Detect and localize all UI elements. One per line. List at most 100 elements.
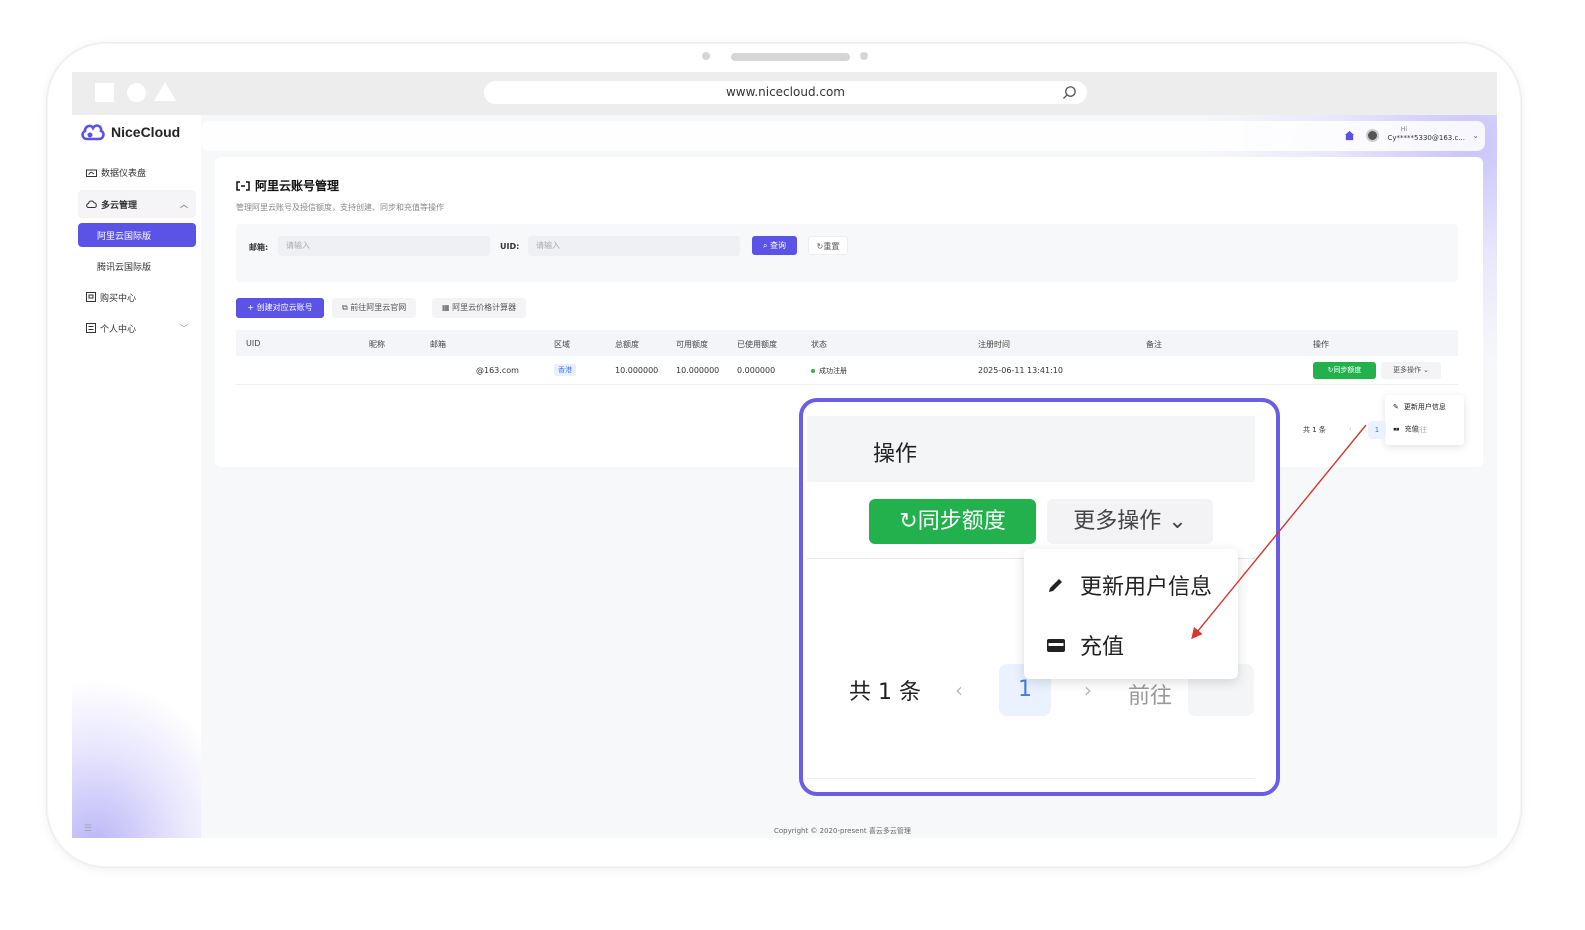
home-icon[interactable] bbox=[1344, 130, 1355, 141]
sidebar-item-profile[interactable]: 个人中心 ﹀ bbox=[78, 316, 196, 340]
zoom-bottom-divider bbox=[807, 778, 1255, 779]
table-header: UID 昵称 邮箱 区域 总额度 可用额度 已使用额度 状态 注册时间 备注 操… bbox=[236, 330, 1458, 356]
create-account-button[interactable]: + 创建对应云账号 bbox=[236, 298, 324, 318]
goto-label: 前往 bbox=[1413, 426, 1427, 434]
camera-dot bbox=[702, 52, 710, 60]
avatar[interactable] bbox=[1366, 129, 1379, 142]
chevron-left-icon[interactable]: ‹ bbox=[1349, 425, 1352, 433]
sidebar-item-label: 购买中心 bbox=[100, 293, 137, 304]
chevron-right-icon[interactable]: › bbox=[1395, 425, 1398, 433]
zoom-dropdown-label: 更新用户信息 bbox=[1080, 575, 1213, 600]
zoom-goto-label: 前往 bbox=[1128, 684, 1173, 709]
address-bar[interactable]: www.nicecloud.com bbox=[484, 81, 1087, 104]
zoom-more-label: 更多操作 bbox=[1073, 509, 1162, 534]
sensor-dot bbox=[860, 52, 868, 60]
copyright: Copyright © 2020-present 喜云多云管理 bbox=[774, 827, 911, 835]
sidebar-item-tencent[interactable]: 腾讯云国际版 bbox=[78, 254, 196, 278]
column-header: 注册时间 bbox=[978, 340, 1010, 349]
column-header: 已使用额度 bbox=[737, 340, 777, 349]
cloud-logo-icon bbox=[81, 124, 105, 141]
cell-email: @163.com bbox=[476, 366, 519, 375]
pencil-icon: ✎ bbox=[1393, 403, 1399, 411]
zoom-more-actions-dropdown: 更新用户信息 充值 bbox=[1024, 549, 1238, 679]
more-label: 更多操作 bbox=[1392, 366, 1421, 374]
chevron-down-icon[interactable]: ⌄ bbox=[1472, 131, 1479, 140]
column-header: 总额度 bbox=[615, 340, 639, 349]
zoom-dropdown-item-recharge[interactable]: 充值 bbox=[1046, 629, 1124, 661]
circle-icon bbox=[127, 83, 146, 102]
column-header: 可用额度 bbox=[676, 340, 708, 349]
user-icon bbox=[86, 323, 96, 333]
square-icon bbox=[95, 83, 114, 102]
column-header: UID bbox=[246, 339, 261, 348]
menu-fold-icon[interactable]: ☰ bbox=[84, 824, 92, 834]
column-header: 邮箱 bbox=[430, 340, 446, 349]
sidebar-item-purchase[interactable]: 购买中心 bbox=[78, 285, 196, 309]
logo[interactable]: NiceCloud bbox=[80, 122, 180, 142]
search-icon[interactable] bbox=[1062, 85, 1077, 100]
sidebar-glow bbox=[72, 678, 201, 838]
column-header: 状态 bbox=[811, 340, 827, 349]
sidebar-item-label: 阿里云国际版 bbox=[97, 231, 152, 242]
filter-panel: 邮箱: 请输入 UID: 请输入 ⌕ 查询 ↻重置 bbox=[236, 224, 1458, 282]
chevron-down-icon: ﹀ bbox=[180, 323, 188, 333]
query-button[interactable]: ⌕ 查询 bbox=[752, 236, 797, 255]
zoom-table-header: 操作 bbox=[807, 416, 1255, 482]
email-input[interactable]: 请输入 bbox=[278, 236, 490, 256]
page-title: 阿里云账号管理 bbox=[236, 177, 339, 194]
more-actions-button[interactable]: 更多操作 ⌄ bbox=[1381, 362, 1441, 379]
sidebar-item-multicloud[interactable]: 多云管理 ︿ bbox=[78, 192, 196, 216]
card-icon bbox=[1047, 639, 1065, 652]
sidebar-item-label: 多云管理 bbox=[101, 200, 138, 211]
dashboard-icon bbox=[86, 169, 97, 177]
triangle-icon bbox=[154, 82, 176, 101]
dropdown-item-update-user[interactable]: ✎ 更新用户信息 bbox=[1393, 402, 1446, 412]
pencil-icon bbox=[1049, 579, 1062, 592]
sidebar-item-dashboard[interactable]: 数据仪表盘 bbox=[78, 160, 196, 184]
cell-registered: 2025-06-11 13:41:10 bbox=[978, 366, 1063, 375]
status-badge: 成功注册 bbox=[811, 366, 847, 376]
chevron-right-icon[interactable]: › bbox=[1084, 678, 1092, 702]
region-tag: 香港 bbox=[554, 364, 576, 376]
zoom-pagination-total: 共 1 条 bbox=[849, 680, 921, 705]
browser-bar: www.nicecloud.com bbox=[72, 72, 1497, 115]
sync-quota-button[interactable]: ↻同步额度 bbox=[1313, 362, 1376, 379]
price-calculator-button[interactable]: ▦ 阿里云价格计算器 bbox=[432, 298, 527, 318]
chevron-left-icon[interactable]: ‹ bbox=[955, 678, 963, 702]
sidebar-item-aliyun[interactable]: 阿里云国际版 bbox=[78, 223, 196, 247]
cart-icon bbox=[86, 292, 96, 302]
zoom-sync-label: 同步额度 bbox=[917, 509, 1006, 534]
zoom-callout: 操作 ↻同步额度 更多操作 ⌄ 共 1 条 ‹ 1 › 前往 更新用户信息 充值 bbox=[799, 398, 1280, 796]
zoom-dropdown-label: 充值 bbox=[1080, 635, 1125, 660]
reset-button[interactable]: ↻重置 bbox=[808, 236, 848, 255]
cell-used: 0.000000 bbox=[737, 366, 776, 375]
zoom-sync-quota-button[interactable]: ↻同步额度 bbox=[869, 499, 1036, 544]
page-number[interactable]: 1 bbox=[1368, 421, 1386, 439]
url-text: www.nicecloud.com bbox=[725, 85, 845, 99]
brand-name: NiceCloud bbox=[111, 124, 181, 140]
aliyun-bracket-icon bbox=[236, 180, 250, 191]
column-header: 昵称 bbox=[369, 340, 385, 349]
dropdown-item-label: 更新用户信息 bbox=[1403, 403, 1446, 411]
query-label: 查询 bbox=[770, 241, 787, 250]
aliyun-official-button[interactable]: ⧉ 前往阿里云官网 bbox=[332, 298, 417, 318]
table-row: @163.com 香港 10.000000 10.000000 0.000000… bbox=[236, 356, 1458, 385]
uid-input[interactable]: 请输入 bbox=[528, 236, 740, 256]
column-header: 备注 bbox=[1146, 340, 1162, 349]
user-email[interactable]: Cy*****5330@163.c... bbox=[1388, 134, 1465, 142]
chevron-up-icon: ︿ bbox=[180, 199, 188, 209]
page-subtitle: 管理阿里云账号及授信额度，支持创建、同步和充值等操作 bbox=[236, 203, 444, 212]
price-calculator-label: 阿里云价格计算器 bbox=[452, 303, 517, 312]
status-text: 成功注册 bbox=[819, 367, 847, 375]
zoom-dropdown-item-update-user[interactable]: 更新用户信息 bbox=[1046, 569, 1212, 601]
column-header: 区域 bbox=[554, 340, 570, 349]
zoom-more-actions-button[interactable]: 更多操作 ⌄ bbox=[1047, 499, 1213, 544]
cell-available: 10.000000 bbox=[676, 366, 720, 375]
reset-label: 重置 bbox=[823, 242, 840, 251]
uid-label: UID: bbox=[500, 242, 520, 251]
speaker-bar bbox=[731, 53, 850, 61]
sidebar-item-label: 个人中心 bbox=[100, 324, 137, 335]
sync-label: 同步额度 bbox=[1333, 366, 1362, 374]
zoom-header-text: 操作 bbox=[873, 442, 918, 467]
cloud-icon bbox=[86, 200, 97, 208]
